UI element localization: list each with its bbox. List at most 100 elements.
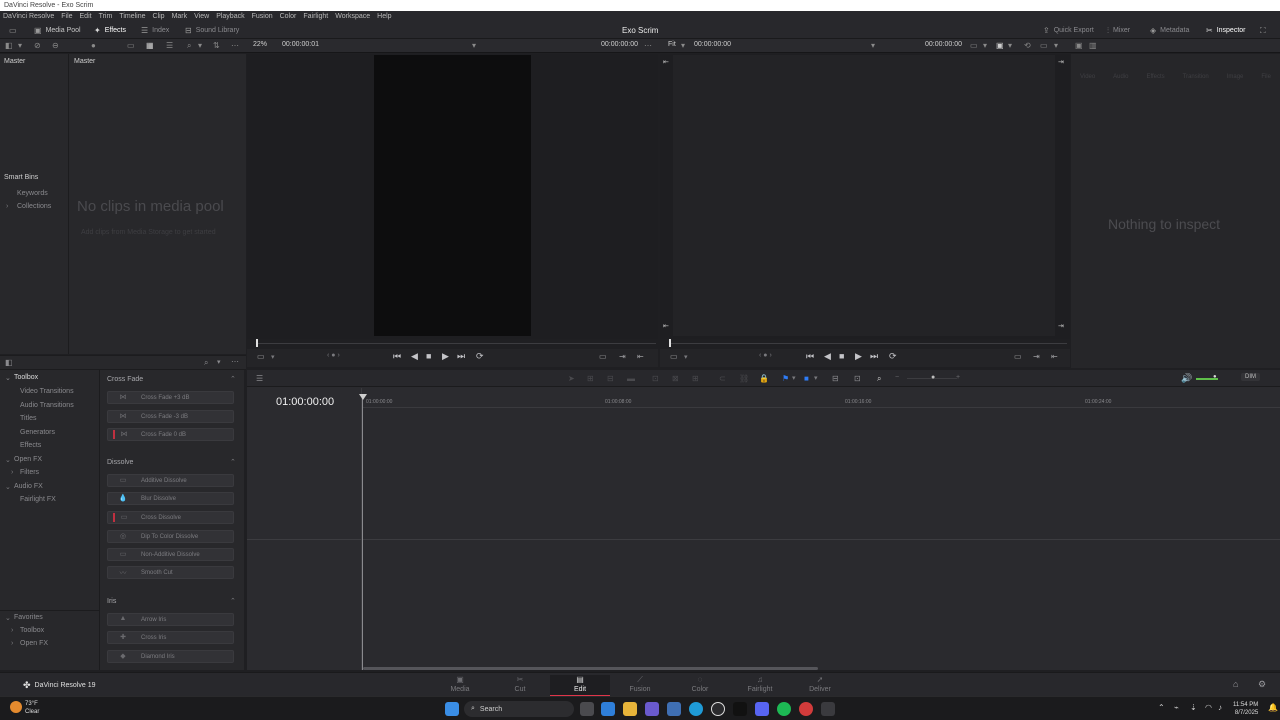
timeline-fit[interactable]: Fit — [668, 41, 676, 48]
outlook-icon[interactable] — [667, 702, 681, 716]
menu-davinci[interactable]: DaVinci Resolve — [3, 13, 54, 20]
chevron-right-icon[interactable]: › — [11, 640, 13, 647]
prev-edit-icon[interactable]: ⇤ — [663, 322, 669, 330]
slider-dot-icon[interactable]: ● — [91, 41, 96, 50]
prev-edit-icon[interactable]: ⇤ — [663, 58, 669, 66]
loop-icon[interactable]: ⟳ — [476, 351, 484, 362]
tree-filters[interactable]: Filters — [20, 469, 39, 476]
transform-icon[interactable]: ▭ — [970, 41, 978, 50]
search-icon[interactable]: ⌕ — [187, 41, 191, 51]
page-deliver[interactable]: ➚ Deliver — [790, 675, 850, 697]
quick-export-button[interactable]: ⇪ Quick Export — [1043, 25, 1094, 36]
dropdown-icon[interactable]: ▾ — [684, 353, 688, 361]
favorites-open-fx[interactable]: Open FX — [20, 640, 48, 647]
play-reverse-icon[interactable]: ◀ — [411, 351, 418, 362]
stop-icon[interactable]: ■ — [839, 351, 844, 361]
timeline-dropdown-icon[interactable]: ▾ — [871, 41, 875, 50]
fit-dropdown-icon[interactable]: ▾ — [681, 41, 685, 50]
dropdown-icon[interactable]: ▾ — [217, 358, 221, 366]
app-icon[interactable] — [799, 702, 813, 716]
smart-reframe-icon[interactable]: ⟲ — [1024, 41, 1031, 50]
timeline-scrollbar[interactable] — [363, 667, 818, 670]
tiktok-icon[interactable] — [733, 702, 747, 716]
list-view-icon[interactable]: ☰ — [166, 41, 173, 50]
source-scrub-bar[interactable] — [256, 343, 656, 344]
chevron-down-icon[interactable]: ⌄ — [5, 456, 11, 464]
davinci-resolve-icon[interactable] — [711, 702, 725, 716]
sort-icon[interactable]: ⇅ — [213, 41, 220, 50]
menu-color[interactable]: Color — [280, 13, 297, 20]
clip-mode-icon[interactable]: ▭ — [257, 352, 265, 361]
toolbox-node[interactable]: Toolbox — [14, 374, 38, 381]
fullscreen-button[interactable]: ⛶ — [1260, 25, 1266, 36]
play-reverse-icon[interactable]: ◀ — [824, 351, 831, 362]
mark-out-icon[interactable]: ⇤ — [1051, 352, 1058, 361]
workspace-layout-button[interactable]: ▭ — [9, 25, 17, 36]
fx-blur-dissolve[interactable]: 💧 Blur Dissolve — [107, 492, 234, 505]
fx-cross-dissolve[interactable]: ▭ Cross Dissolve — [107, 511, 234, 524]
dropdown-icon[interactable]: ▾ — [983, 41, 987, 50]
collections-bin[interactable]: Collections — [17, 203, 51, 210]
tab-audio[interactable]: Audio — [1113, 74, 1128, 80]
dim-button[interactable]: DIM — [1241, 373, 1260, 381]
page-media[interactable]: ▣ Media — [430, 675, 490, 697]
fx-smooth-cut[interactable]: 〰 Smooth Cut — [107, 566, 234, 579]
chevron-down-icon[interactable]: ⌄ — [5, 374, 11, 382]
menu-playback[interactable]: Playback — [216, 13, 244, 20]
inspector-button[interactable]: ✂ Inspector — [1206, 25, 1246, 36]
keywords-bin[interactable]: Keywords — [17, 190, 48, 197]
zoom-custom-icon[interactable]: ⌕ — [877, 374, 881, 384]
fx-diamond-iris[interactable]: ◆ Diamond Iris — [107, 650, 234, 663]
fx-additive-dissolve[interactable]: ▭ Additive Dissolve — [107, 474, 234, 487]
chevron-up-icon[interactable]: ⌃ — [230, 597, 236, 605]
audio-fx-node[interactable]: Audio FX — [14, 483, 43, 490]
jog-control[interactable]: ‹ ● › — [759, 352, 772, 359]
spotify-icon[interactable] — [777, 702, 791, 716]
source-options-icon[interactable]: ⋯ — [644, 41, 652, 50]
media-pool-button[interactable]: ▣ Media Pool — [34, 25, 81, 36]
index-button[interactable]: ☰ Index — [141, 25, 169, 36]
chevron-up-icon[interactable]: ⌃ — [230, 375, 236, 383]
dropdown-icon[interactable]: ▾ — [18, 41, 22, 50]
page-cut[interactable]: ✂ Cut — [490, 675, 550, 697]
discord-icon[interactable] — [755, 702, 769, 716]
file-explorer-icon[interactable] — [623, 702, 637, 716]
tab-image[interactable]: Image — [1227, 74, 1244, 80]
menu-timeline[interactable]: Timeline — [119, 13, 145, 20]
chevron-up-icon[interactable]: ⌃ — [230, 458, 236, 466]
link-icon[interactable]: ⛓ — [739, 374, 749, 383]
dropdown-icon[interactable]: ▾ — [271, 353, 275, 361]
viewer-mode-icon[interactable]: ▭ — [1040, 41, 1048, 50]
timeline-ruler[interactable]: 01:00:00:00 01:00:08:00 01:00:16:00 01:0… — [362, 394, 1280, 408]
go-to-end-icon[interactable]: ⏭ — [457, 351, 465, 362]
chevron-down-icon[interactable]: ⌄ — [5, 483, 11, 491]
zoom-detail-icon[interactable]: ⊡ — [854, 374, 861, 383]
page-edit[interactable]: ▤ Edit — [550, 675, 610, 697]
home-icon[interactable]: ⌂ — [1233, 679, 1238, 689]
weather-widget[interactable]: 73°F Clear — [25, 700, 39, 716]
timeline-playhead[interactable] — [669, 339, 671, 347]
clip-icon[interactable]: ⊖ — [52, 41, 59, 50]
chevron-down-icon[interactable]: ⌄ — [5, 614, 11, 622]
copilot-icon[interactable] — [601, 702, 615, 716]
mixer-button[interactable]: ⫶ Mixer — [1107, 25, 1130, 36]
thumbnail-view-icon[interactable]: ▦ — [146, 41, 154, 50]
volume-icon[interactable]: ♪ — [1218, 703, 1222, 712]
go-to-start-icon[interactable]: ⏮ — [393, 351, 401, 362]
inspector-mode-icon[interactable]: ▣ — [1075, 41, 1083, 50]
next-edit-icon[interactable]: ⇥ — [1058, 58, 1064, 66]
speaker-icon[interactable]: 🔊 — [1181, 373, 1192, 384]
mark-out-icon[interactable]: ⇤ — [637, 352, 644, 361]
select-tool-icon[interactable]: ➤ — [568, 374, 575, 383]
go-to-end-icon[interactable]: ⏭ — [870, 351, 878, 362]
dropdown-icon[interactable]: ▾ — [814, 374, 818, 382]
blade-tool-icon[interactable]: ▬ — [627, 374, 635, 383]
master-bin[interactable]: Master — [4, 58, 25, 65]
tab-video[interactable]: Video — [1080, 74, 1095, 80]
menu-workspace[interactable]: Workspace — [335, 13, 370, 20]
page-fairlight[interactable]: ♫ Fairlight — [730, 675, 790, 697]
fx-cross-iris[interactable]: ✚ Cross Iris — [107, 631, 234, 644]
lock-icon[interactable]: 🔒 — [759, 374, 769, 383]
bin-icon[interactable]: ⊘ — [34, 41, 41, 50]
dropdown-icon[interactable]: ▾ — [792, 374, 796, 382]
